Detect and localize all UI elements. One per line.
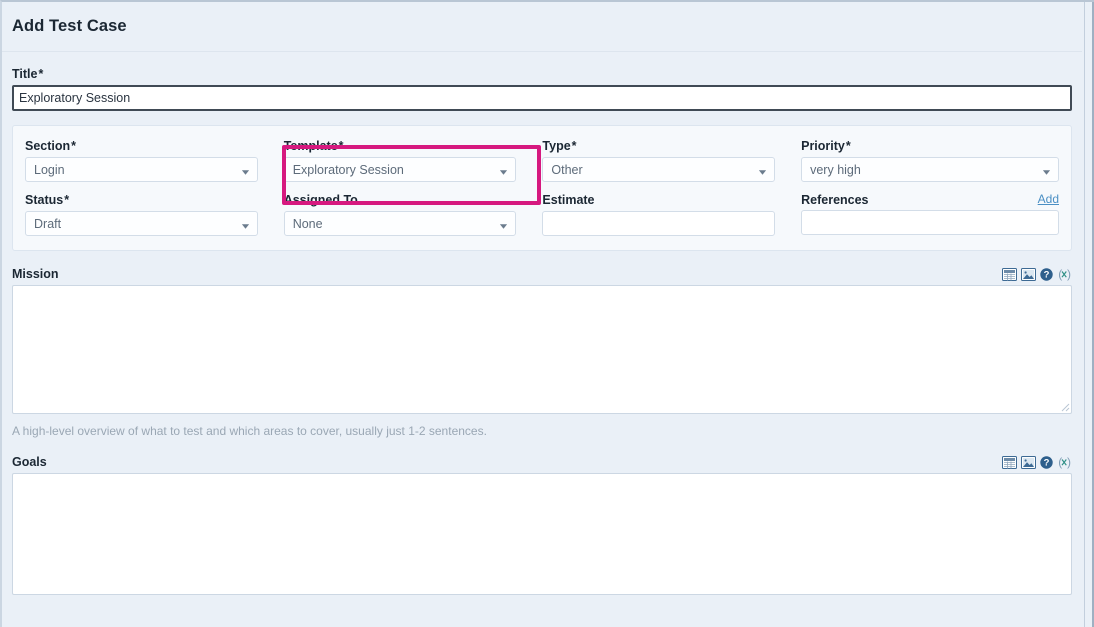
assigned-to-select[interactable]: None xyxy=(284,211,517,236)
priority-label: Priority* xyxy=(801,138,1059,154)
title-input-wrap xyxy=(12,85,1072,111)
title-field-group: Title* xyxy=(2,52,1082,111)
image-icon[interactable] xyxy=(1021,456,1036,469)
attributes-panel: Section* Login Template* Exploratory S xyxy=(12,125,1072,251)
priority-select[interactable]: very high xyxy=(801,157,1059,182)
mission-header: Mission xyxy=(12,263,1072,281)
goals-header: Goals xyxy=(12,451,1072,469)
chevron-down-icon xyxy=(499,219,508,228)
type-field-group: Type* Other xyxy=(542,138,801,182)
page-content: Add Test Case Title* Section* Login xyxy=(2,2,1082,627)
estimate-field-group: Estimate xyxy=(542,192,801,236)
attributes-row-2: Status* Draft Assigned To None xyxy=(25,192,1059,236)
references-add-link[interactable]: Add xyxy=(1038,192,1059,206)
estimate-input[interactable] xyxy=(542,211,775,236)
title-input[interactable] xyxy=(12,85,1072,111)
section-label-text: Section xyxy=(25,139,70,153)
svg-text:): ) xyxy=(1067,455,1071,469)
chevron-down-icon xyxy=(241,165,250,174)
chevron-down-icon xyxy=(499,165,508,174)
assigned-to-field-group: Assigned To None xyxy=(284,192,543,236)
template-label: Template* xyxy=(284,138,517,154)
template-required-mark: * xyxy=(339,139,344,153)
add-test-case-page: Add Test Case Title* Section* Login xyxy=(0,0,1094,627)
chevron-down-icon xyxy=(241,219,250,228)
help-icon[interactable]: ? xyxy=(1040,456,1053,469)
status-required-mark: * xyxy=(64,193,69,207)
type-label-text: Type xyxy=(542,139,570,153)
page-title: Add Test Case xyxy=(12,17,127,36)
section-required-mark: * xyxy=(71,139,76,153)
chevron-down-icon xyxy=(1042,165,1051,174)
priority-label-text: Priority xyxy=(801,139,845,153)
formatting-toggle-icon[interactable]: ( ) xyxy=(1057,267,1072,281)
attributes-row-1: Section* Login Template* Exploratory S xyxy=(25,138,1059,182)
section-label: Section* xyxy=(25,138,258,154)
right-scroll-rail[interactable] xyxy=(1084,2,1094,627)
svg-text:(: ( xyxy=(1058,455,1062,469)
mission-editor[interactable] xyxy=(12,285,1072,414)
template-label-text: Template xyxy=(284,139,338,153)
template-field-group: Template* Exploratory Session xyxy=(284,138,543,182)
references-label: References xyxy=(801,192,1059,208)
status-field-group: Status* Draft xyxy=(25,192,284,236)
estimate-label-text: Estimate xyxy=(542,193,594,207)
template-select[interactable]: Exploratory Session xyxy=(284,157,517,182)
references-label-row: References Add xyxy=(801,192,1059,210)
references-label-text: References xyxy=(801,193,868,207)
svg-text:): ) xyxy=(1067,267,1071,281)
title-label-text: Title xyxy=(12,67,37,81)
mission-section: Mission xyxy=(12,263,1072,414)
status-label-text: Status xyxy=(25,193,63,207)
assigned-to-label: Assigned To xyxy=(284,192,517,208)
goals-toolbar: ? ( ) xyxy=(1002,455,1072,469)
svg-text:?: ? xyxy=(1044,457,1050,468)
svg-text:(: ( xyxy=(1058,267,1062,281)
assigned-to-label-text: Assigned To xyxy=(284,193,358,207)
title-required-mark: * xyxy=(38,67,43,81)
table-icon[interactable] xyxy=(1002,456,1017,469)
resize-grip-icon xyxy=(1057,399,1070,412)
goals-section: Goals xyxy=(12,451,1072,595)
assigned-to-value: None xyxy=(293,217,323,231)
help-icon[interactable]: ? xyxy=(1040,268,1053,281)
status-value: Draft xyxy=(34,217,61,231)
section-field-group: Section* Login xyxy=(25,138,284,182)
type-required-mark: * xyxy=(572,139,577,153)
priority-field-group: Priority* very high xyxy=(801,138,1059,182)
type-select[interactable]: Other xyxy=(542,157,775,182)
image-icon[interactable] xyxy=(1021,268,1036,281)
estimate-label: Estimate xyxy=(542,192,775,208)
mission-toolbar: ? ( ) xyxy=(1002,267,1072,281)
chevron-down-icon xyxy=(758,165,767,174)
references-field-group: References Add xyxy=(801,192,1059,236)
status-select[interactable]: Draft xyxy=(25,211,258,236)
status-label: Status* xyxy=(25,192,258,208)
svg-text:?: ? xyxy=(1044,269,1050,280)
section-select[interactable]: Login xyxy=(25,157,258,182)
references-input[interactable] xyxy=(801,210,1059,235)
title-label: Title* xyxy=(12,66,1072,82)
table-icon[interactable] xyxy=(1002,268,1017,281)
formatting-toggle-icon[interactable]: ( ) xyxy=(1057,455,1072,469)
mission-help-text: A high-level overview of what to test an… xyxy=(12,423,1072,439)
template-value: Exploratory Session xyxy=(293,163,404,177)
mission-label: Mission xyxy=(12,267,59,281)
priority-value: very high xyxy=(810,163,861,177)
section-value: Login xyxy=(34,163,65,177)
type-label: Type* xyxy=(542,138,775,154)
page-header: Add Test Case xyxy=(2,2,1082,52)
type-value: Other xyxy=(551,163,582,177)
goals-editor[interactable] xyxy=(12,473,1072,595)
goals-label: Goals xyxy=(12,455,47,469)
priority-required-mark: * xyxy=(846,139,851,153)
